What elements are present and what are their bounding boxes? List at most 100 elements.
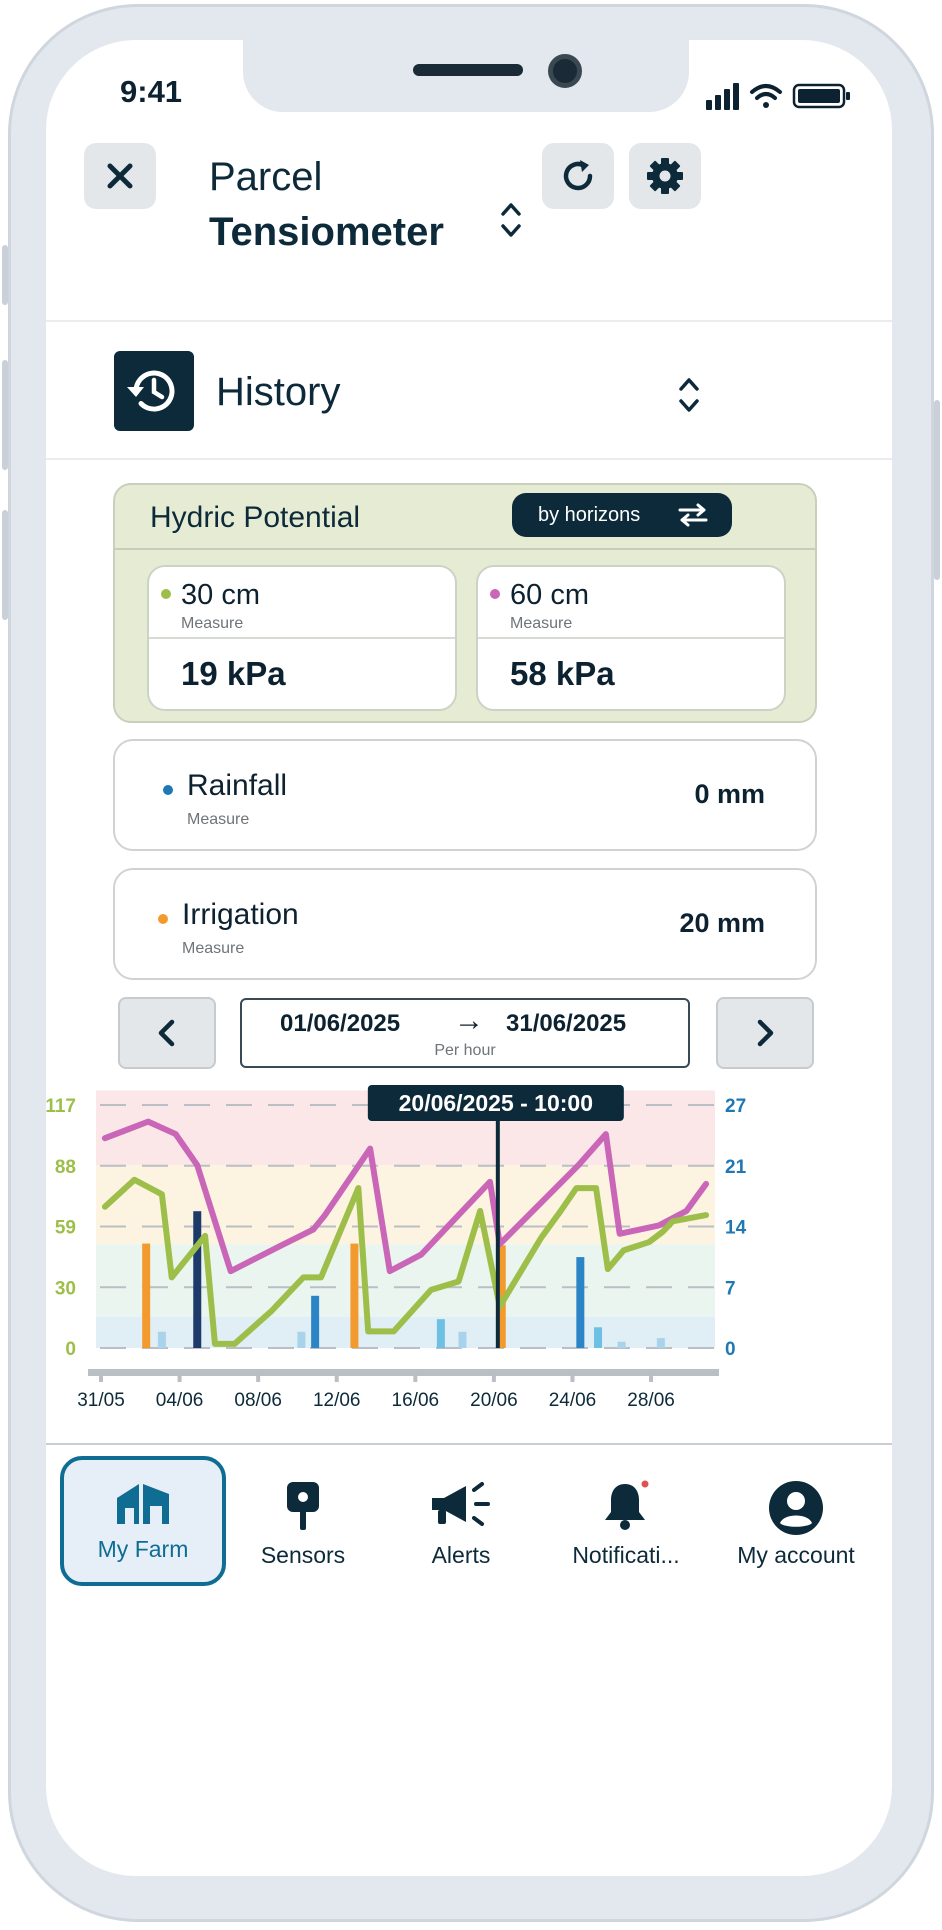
y-left-tick-label: 88 xyxy=(55,1157,76,1178)
bar xyxy=(297,1331,306,1348)
bar xyxy=(594,1327,603,1348)
divider xyxy=(46,320,892,322)
swap-arrows-icon xyxy=(678,503,708,527)
bar xyxy=(656,1338,665,1348)
legend-dot xyxy=(490,589,500,599)
horizon-sub: Measure xyxy=(510,615,573,632)
rainfall-card[interactable]: Rainfall Measure 0 mm xyxy=(113,739,817,851)
y-right-tick-label: 27 xyxy=(725,1096,746,1117)
y-right-tick-label: 21 xyxy=(725,1157,747,1178)
tab-notifications[interactable]: Notificati... xyxy=(546,1456,706,1586)
side-button xyxy=(2,360,8,470)
y-right-tick-label: 7 xyxy=(725,1278,736,1299)
x-tick-label: 24/06 xyxy=(549,1390,597,1411)
close-button[interactable] xyxy=(84,143,156,209)
side-button xyxy=(2,245,8,305)
divider xyxy=(46,1443,892,1445)
horizon-value: 19 kPa xyxy=(181,655,286,692)
arrow-right-icon: → xyxy=(454,1004,484,1037)
chevron-updown-icon[interactable] xyxy=(676,373,702,417)
bar xyxy=(350,1243,359,1348)
horizon-depth: 60 cm xyxy=(510,579,589,611)
farm-icon xyxy=(117,1484,169,1524)
y-left-tick-label: 30 xyxy=(55,1278,76,1299)
refresh-icon xyxy=(563,160,593,191)
y-left-tick-label: 0 xyxy=(65,1339,76,1360)
settings-button[interactable] xyxy=(629,143,701,209)
legend-dot xyxy=(163,785,173,795)
y-right-tick-label: 14 xyxy=(725,1218,747,1239)
next-period-button[interactable] xyxy=(716,997,814,1069)
x-tick-label: 12/06 xyxy=(313,1390,361,1411)
section-title: History xyxy=(216,370,341,414)
x-tick xyxy=(99,1369,103,1382)
chevron-updown-icon[interactable] xyxy=(498,198,524,242)
x-tick xyxy=(413,1369,418,1382)
tab-alerts[interactable]: Alerts xyxy=(386,1456,536,1586)
irrigation-sub: Measure xyxy=(182,940,245,957)
x-tick xyxy=(177,1369,182,1382)
bar xyxy=(576,1257,585,1348)
tab-label: Sensors xyxy=(260,1542,346,1568)
toggle-label: by horizons xyxy=(538,503,641,526)
tab-label: Alerts xyxy=(431,1542,491,1568)
battery-icon xyxy=(792,83,850,109)
tab-label: My account xyxy=(737,1542,855,1568)
by-horizons-toggle[interactable]: by horizons xyxy=(512,493,732,537)
x-tick-label: 04/06 xyxy=(156,1390,204,1411)
x-tick xyxy=(491,1369,496,1382)
divider xyxy=(46,458,892,460)
y-left-tick-label: 117 xyxy=(46,1096,76,1117)
tooltip-label: 20/06/2025 - 10:00 xyxy=(399,1090,593,1116)
y-right-tick-label: 0 xyxy=(725,1339,736,1360)
history-chart[interactable]: 0 0 30 7 59 14 88 21 117 27 20/06/2025 - 10:00 31/0… xyxy=(46,1085,892,1445)
chevron-right-icon xyxy=(757,1019,774,1047)
megaphone-icon xyxy=(432,1482,490,1526)
irrigation-value: 20 mm xyxy=(679,908,765,938)
x-axis-line xyxy=(88,1369,719,1376)
tab-my-farm[interactable]: My Farm xyxy=(60,1456,226,1586)
status-icons xyxy=(706,83,850,110)
legend-dot xyxy=(161,589,171,599)
refresh-button[interactable] xyxy=(542,143,614,209)
bar xyxy=(436,1319,445,1348)
notch xyxy=(243,40,689,112)
gear-icon xyxy=(647,158,683,194)
bell-icon xyxy=(605,1480,649,1530)
irrigation-card[interactable]: Irrigation Measure 20 mm xyxy=(113,868,817,980)
side-button xyxy=(934,400,940,580)
bar xyxy=(617,1341,626,1348)
bar xyxy=(458,1331,467,1348)
speaker xyxy=(413,64,523,76)
date-range-selector[interactable]: 01/06/2025 → 31/06/2025 Per hour xyxy=(240,998,690,1068)
horizon-card-60cm[interactable]: 60 cm Measure 58 kPa xyxy=(476,565,786,711)
divider xyxy=(115,548,815,550)
status-time: 9:41 xyxy=(120,74,183,109)
x-tick-label: 20/06 xyxy=(470,1390,518,1411)
bar xyxy=(157,1331,166,1348)
account-icon xyxy=(769,1481,823,1535)
horizon-depth: 30 cm xyxy=(181,579,260,611)
screen: 9:41 Parcel Tensiometer History Hydric P… xyxy=(46,40,892,1876)
horizon-card-30cm[interactable]: 30 cm Measure 19 kPa xyxy=(147,565,457,711)
horizon-value: 58 kPa xyxy=(510,655,615,692)
side-button xyxy=(2,510,8,620)
sensor-title: Tensiometer xyxy=(209,210,444,254)
tab-my-account[interactable]: My account xyxy=(710,1456,882,1586)
x-tick-label: 31/05 xyxy=(77,1390,125,1411)
hydric-potential-panel: Hydric Potential by horizons 30 cm Measu… xyxy=(113,483,817,723)
bar xyxy=(142,1243,151,1348)
horizon-sub: Measure xyxy=(181,615,244,632)
x-tick xyxy=(570,1369,575,1382)
prev-period-button[interactable] xyxy=(118,997,216,1069)
hydric-title: Hydric Potential xyxy=(150,501,361,534)
notification-dot xyxy=(641,1480,649,1488)
legend-dot xyxy=(158,914,168,924)
date-from: 01/06/2025 xyxy=(280,1010,401,1037)
rainfall-value: 0 mm xyxy=(694,779,765,809)
tab-label: Notificati... xyxy=(572,1542,680,1568)
tab-sensors[interactable]: Sensors xyxy=(229,1456,377,1586)
camera xyxy=(548,54,582,88)
wifi-icon xyxy=(750,84,782,108)
rainfall-label: Rainfall xyxy=(187,769,288,802)
